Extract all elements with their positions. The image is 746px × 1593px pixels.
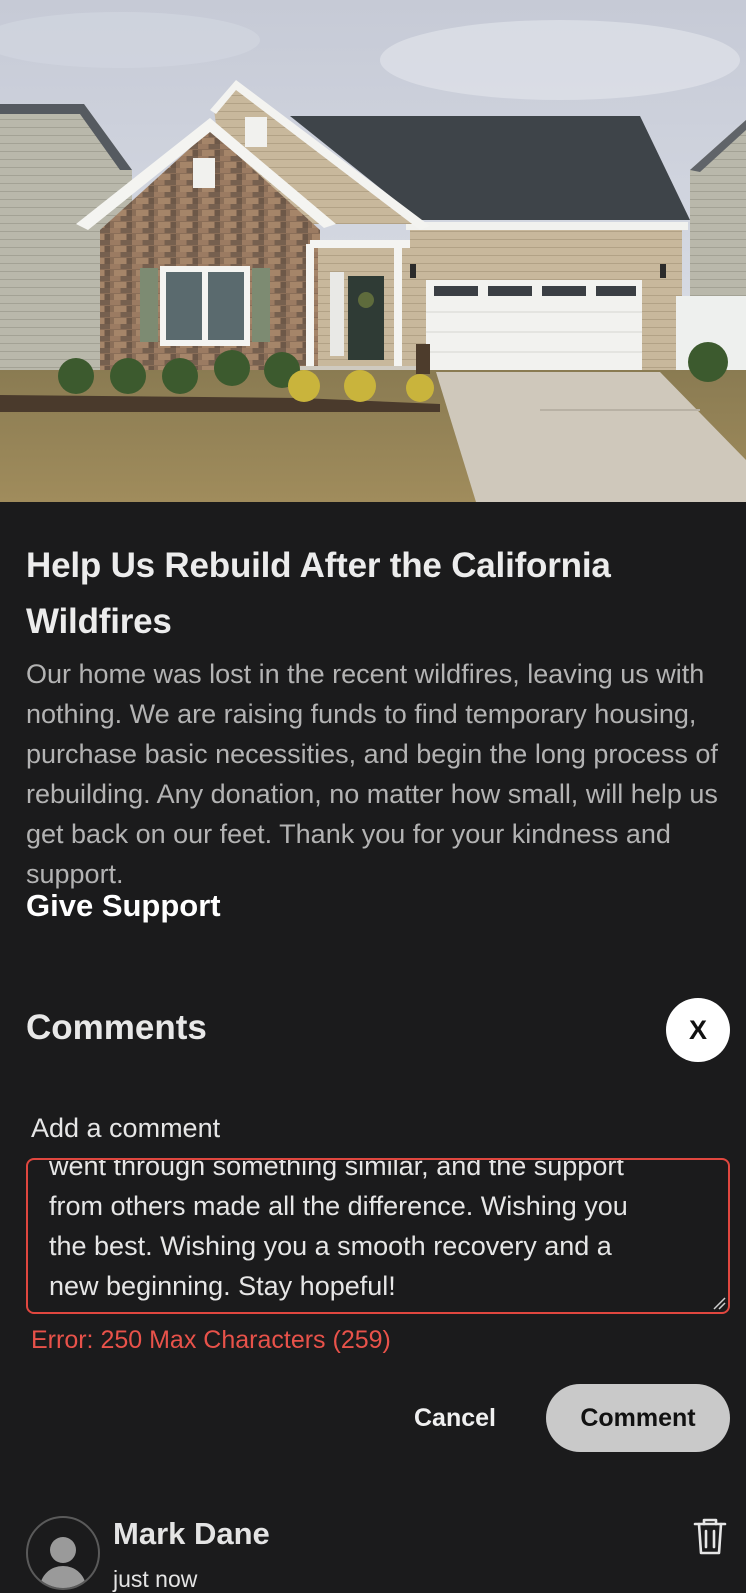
comment-text-line: from others made all the difference. Wis… <box>49 1191 628 1221</box>
comments-heading: Comments <box>26 1008 207 1047</box>
commenter-avatar <box>26 1516 100 1590</box>
give-support-link[interactable]: Give Support <box>26 888 221 924</box>
comment-error-message: Error: 250 Max Characters (259) <box>31 1326 391 1354</box>
comment-text-line: the best. Wishing you a smooth recovery … <box>49 1231 612 1261</box>
comment-text-line: went through something similar, and the … <box>49 1158 624 1181</box>
comment-textarea-value: went through something similar, and the … <box>49 1158 699 1306</box>
add-comment-label: Add a comment <box>31 1113 221 1143</box>
campaign-hero-image <box>0 0 746 502</box>
submit-comment-button[interactable]: Comment <box>546 1384 730 1452</box>
comment-textarea[interactable]: went through something similar, and the … <box>26 1158 730 1314</box>
trash-icon[interactable] <box>692 1516 728 1556</box>
comment-text-line: new beginning. Stay hopeful! <box>49 1271 396 1301</box>
cancel-button[interactable]: Cancel <box>400 1384 510 1452</box>
campaign-description: Our home was lost in the recent wildfire… <box>26 659 718 889</box>
close-comments-button[interactable]: X <box>666 998 730 1062</box>
comment-author: Mark Dane <box>113 1516 270 1551</box>
campaign-details: Help Us Rebuild After the California Wil… <box>26 502 731 894</box>
person-icon <box>40 1537 86 1588</box>
comment-timestamp: just now <box>113 1566 198 1592</box>
campaign-title: Help Us Rebuild After the California Wil… <box>26 546 611 641</box>
resize-handle-icon[interactable] <box>712 1296 726 1310</box>
